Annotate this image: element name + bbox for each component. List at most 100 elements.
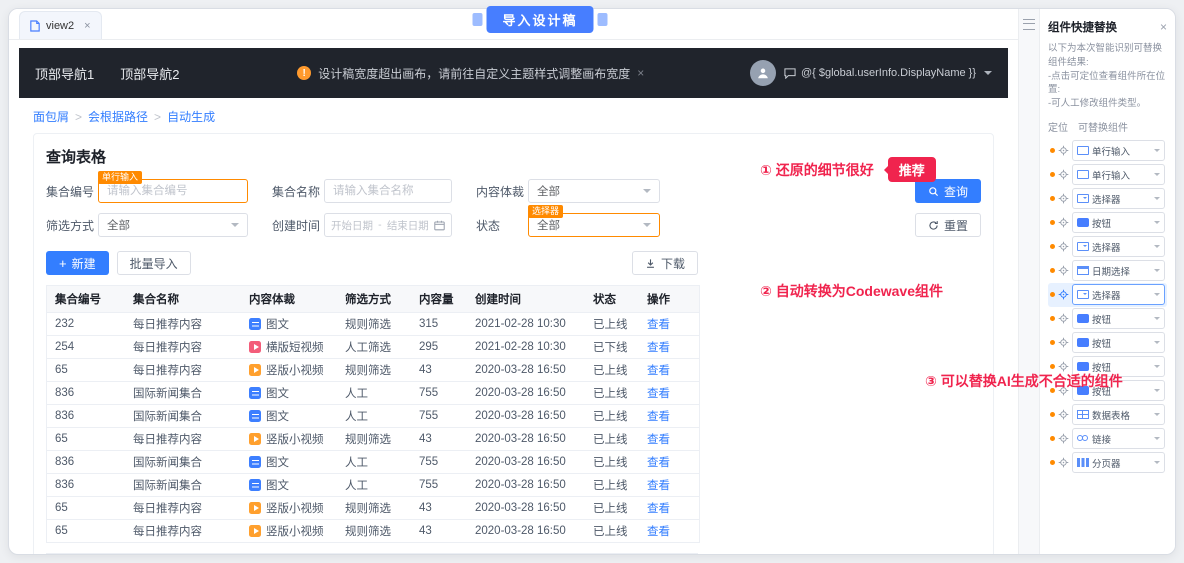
table-header-row: 集合编号 集合名称 内容体裁 筛选方式 内容量 创建时间 状态 操作 [47,286,699,313]
panel-item[interactable]: 分页器 [1048,451,1167,475]
pager-component-icon [1077,458,1089,468]
panel-item[interactable]: 选择器 [1048,187,1167,211]
field-genre: 内容体裁 全部 [476,179,660,203]
view-link[interactable]: 查看 [647,523,670,539]
bullet-dot [1050,460,1055,466]
batch-import-button[interactable]: 批量导入 [116,251,191,275]
nav-item-1[interactable]: 顶部导航1 [35,64,94,83]
locate-crosshair-icon[interactable] [1058,169,1069,180]
import-design-label: 导入设计稿 [486,6,594,33]
view-link[interactable]: 查看 [647,454,670,470]
locate-crosshair-icon[interactable] [1058,433,1069,444]
breadcrumb-item[interactable]: 面包屑 [33,108,69,125]
table-cell: 已上线 [593,319,628,331]
panel-item[interactable]: 按钮 [1048,211,1167,235]
locate-crosshair-icon[interactable] [1058,265,1069,276]
panel-item[interactable]: 单行输入 [1048,139,1167,163]
breadcrumb: 面包屑 > 会根据路径 > 自动生成 [33,108,994,125]
view-link[interactable]: 查看 [647,316,670,332]
file-icon [30,19,40,32]
view-link[interactable]: 查看 [647,362,670,378]
panel-item[interactable]: 链接 [1048,427,1167,451]
table-cell: 755 [419,410,439,422]
hamburger-menu-icon[interactable] [1023,19,1035,30]
date-range-picker[interactable]: 开始日期 - 结束日期 [324,213,452,237]
chevron-down-icon [1154,293,1160,299]
component-type-select[interactable]: 选择器 [1072,188,1165,210]
panel-header: 组件快捷替换 × [1048,19,1167,35]
panel-item[interactable]: 数据表格 [1048,403,1167,427]
nav-item-2[interactable]: 顶部导航2 [120,64,179,83]
panel-item[interactable]: 单行输入 [1048,163,1167,187]
avatar[interactable] [749,60,776,86]
warning-text: 设计稿宽度超出画布，请前往自定义主题样式调整画布宽度 [318,66,631,81]
tab-view2[interactable]: view2 × [19,11,102,39]
annotation-2: ② 自动转换为Codewave组件 [760,283,943,299]
chevron-down-icon [231,223,239,231]
component-type-select[interactable]: 数据表格 [1072,404,1165,426]
locate-crosshair-icon[interactable] [1058,313,1069,324]
chevron-down-icon [1154,317,1160,323]
button-component-icon [1077,362,1089,372]
download-icon [647,258,654,268]
side-divider-strip [1018,9,1040,554]
panel-item[interactable]: 按钮 [1048,331,1167,355]
genre-cell: 图文 [241,454,337,470]
view-link[interactable]: 查看 [647,385,670,401]
component-type-select[interactable]: 选择器 [1072,284,1165,306]
locate-crosshair-icon[interactable] [1058,145,1069,156]
component-type-select[interactable]: 单行输入 [1072,164,1165,186]
bullet-dot [1050,196,1055,202]
component-type-select[interactable]: 日期选择 [1072,260,1165,282]
chat-bubble-icon [784,67,796,79]
table-cell: 人工 [345,457,368,469]
table-cell: 755 [419,456,439,468]
field-label: 状态 [476,218,501,233]
tab-close-icon[interactable]: × [84,20,90,32]
panel-item[interactable]: 选择器 [1048,235,1167,259]
locate-crosshair-icon[interactable] [1058,289,1069,300]
locate-crosshair-icon[interactable] [1058,409,1069,420]
table-cell: 国际新闻集合 [133,388,202,400]
component-type-select[interactable]: 按钮 [1072,212,1165,234]
table-cell: 规则筛选 [345,434,391,446]
create-button[interactable]: + 新建 [46,251,109,275]
download-button[interactable]: 下载 [631,251,698,275]
breadcrumb-item[interactable]: 自动生成 [167,108,215,125]
locate-crosshair-icon[interactable] [1058,241,1069,252]
locate-crosshair-icon[interactable] [1058,457,1069,468]
locate-crosshair-icon[interactable] [1058,337,1069,348]
badge-right-wing [597,13,608,26]
view-link[interactable]: 查看 [647,477,670,493]
reset-button[interactable]: 重置 [914,213,981,237]
warning-close-icon[interactable]: × [637,66,644,80]
locate-crosshair-icon[interactable] [1058,193,1069,204]
panel-close-icon[interactable]: × [1160,20,1167,34]
filter-select[interactable]: 全部 [98,213,248,237]
panel-item[interactable]: 按钮 [1048,307,1167,331]
view-link[interactable]: 查看 [647,408,670,424]
breadcrumb-item[interactable]: 会根据路径 [88,108,148,125]
column-header: 状态 [593,294,616,306]
component-label: 按钮 [1092,314,1112,326]
view-link[interactable]: 查看 [647,339,670,355]
table-cell: 836 [55,456,75,468]
component-type-select[interactable]: 单行输入 [1072,140,1165,162]
component-type-select[interactable]: 按钮 [1072,308,1165,330]
user-menu[interactable]: @{ $global.userInfo.DisplayName }} [749,60,992,86]
table-cell: 65 [55,364,68,376]
component-type-select[interactable]: 分页器 [1072,452,1165,474]
view-link[interactable]: 查看 [647,500,670,516]
genre-select[interactable]: 全部 [528,179,660,203]
panel-item[interactable]: 日期选择 [1048,259,1167,283]
search-button[interactable]: 查询 [914,179,981,203]
component-type-select[interactable]: 按钮 [1072,332,1165,354]
field-label: 集合名称 [272,184,321,199]
chevron-down-icon [1154,245,1160,251]
panel-item[interactable]: 选择器 [1048,282,1167,307]
view-link[interactable]: 查看 [647,431,670,447]
component-type-select[interactable]: 选择器 [1072,236,1165,258]
locate-crosshair-icon[interactable] [1058,217,1069,228]
component-type-select[interactable]: 链接 [1072,428,1165,450]
collection-name-input[interactable] [324,179,452,203]
